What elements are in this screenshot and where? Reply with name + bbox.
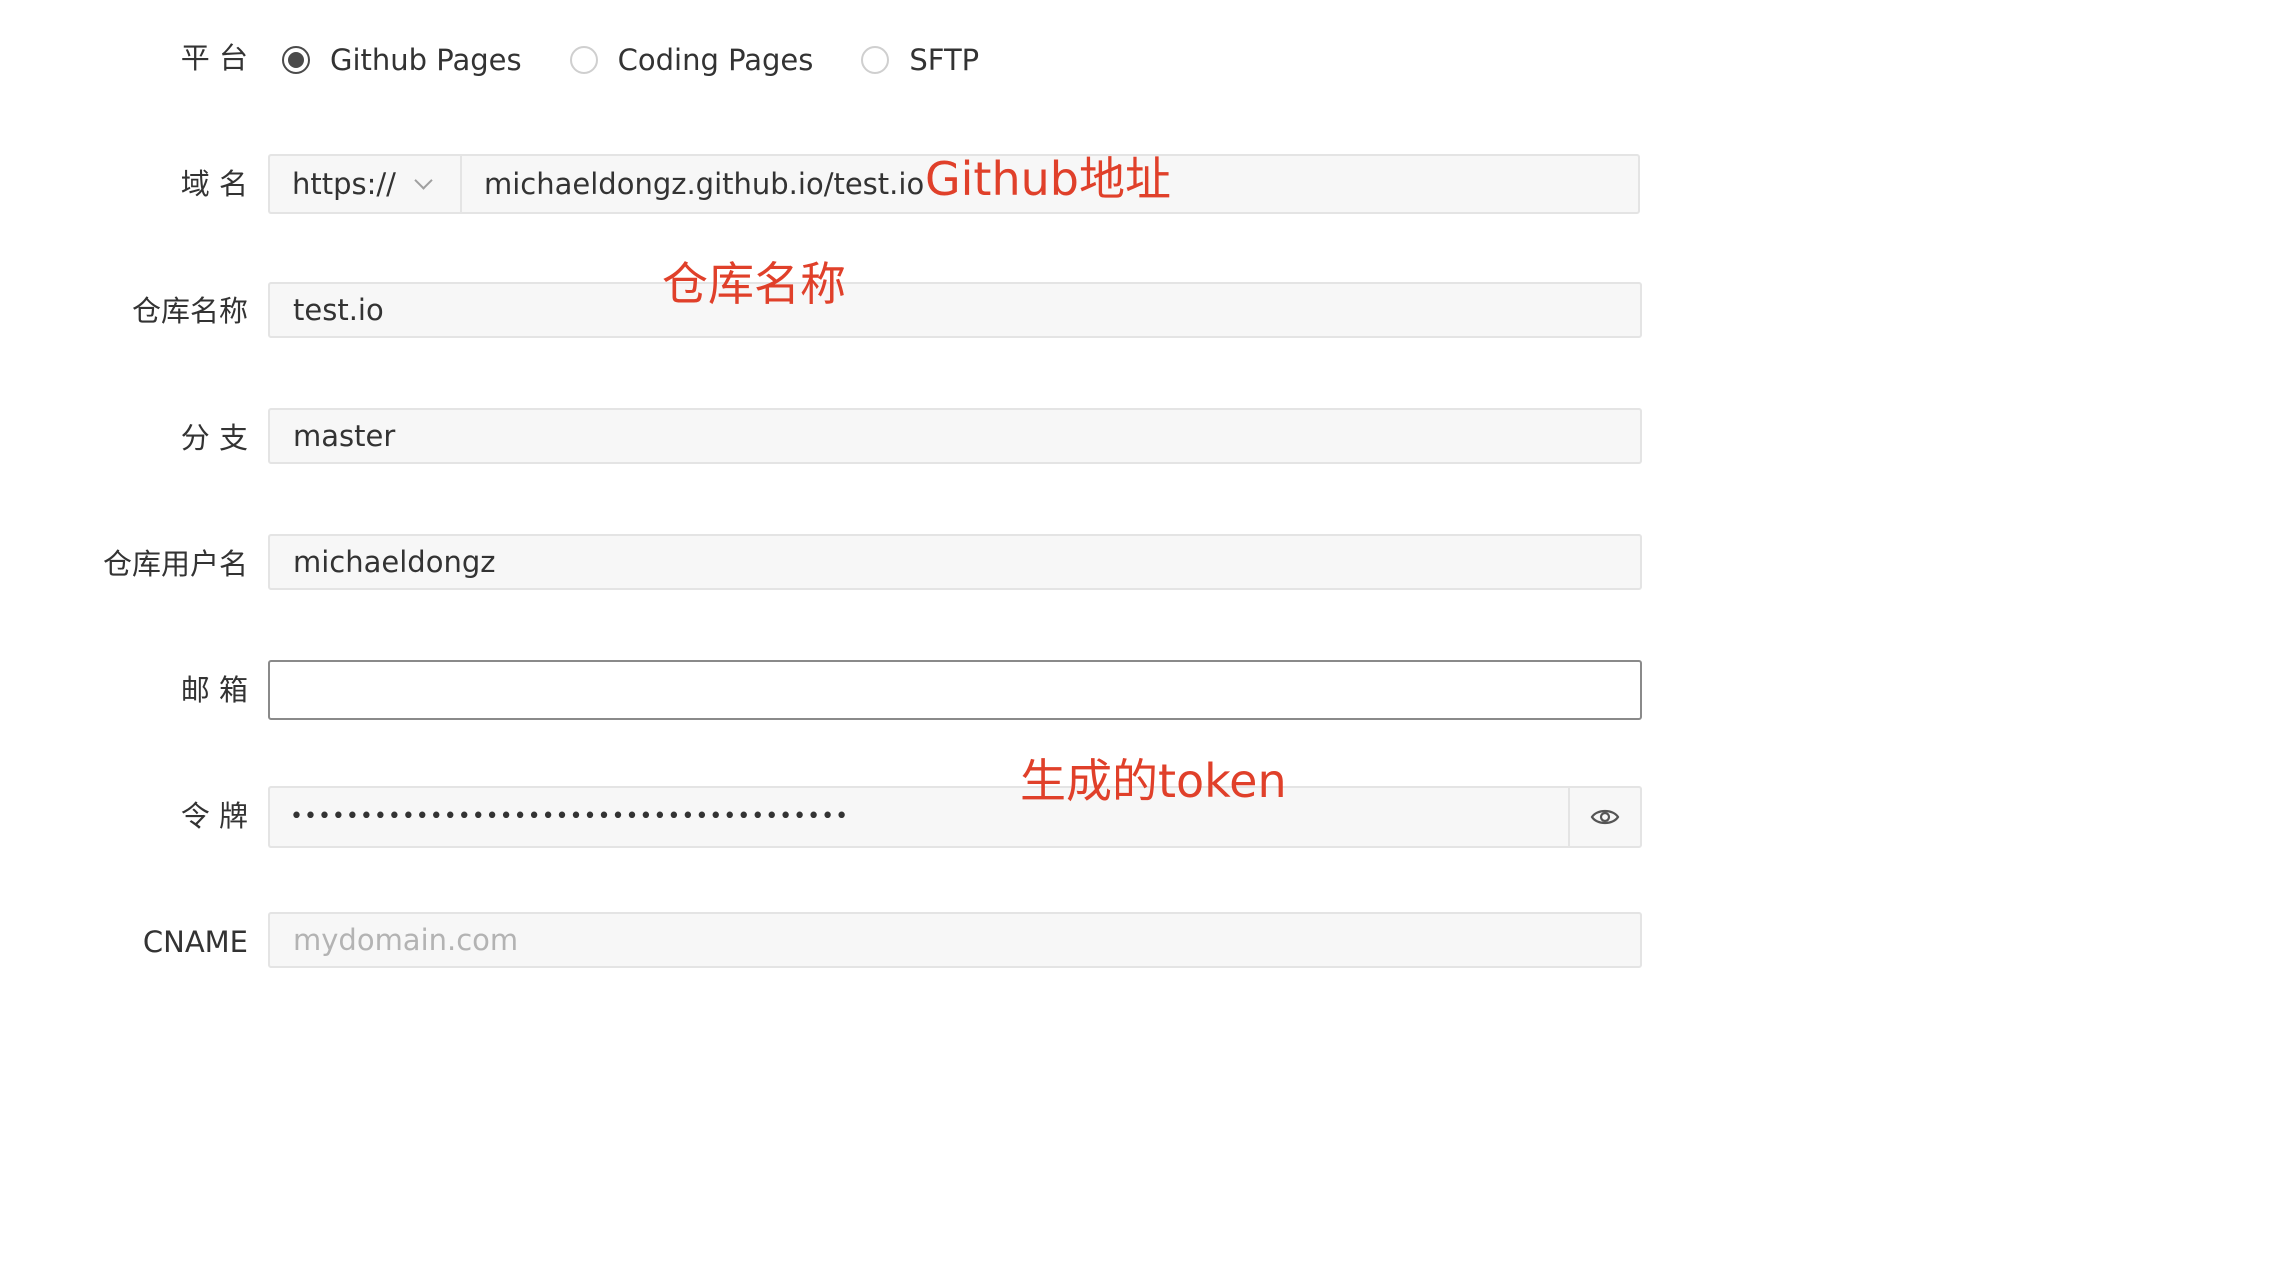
annotation-generated-token: 生成的token [1020, 754, 1287, 808]
platform-label: 平 台 [180, 41, 248, 75]
radio-github-pages[interactable]: Github Pages [282, 43, 522, 77]
toggle-visibility-button[interactable] [1568, 786, 1642, 848]
radio-label-sftp: SFTP [909, 43, 980, 77]
eye-icon [1590, 809, 1620, 825]
radio-unchecked-icon[interactable] [861, 46, 890, 74]
radio-checked-icon[interactable] [282, 46, 310, 74]
radio-unchecked-icon[interactable] [569, 46, 598, 74]
annotation-github-address: Github地址 [925, 152, 1171, 206]
branch-label: 分 支 [180, 421, 248, 455]
radio-sftp[interactable]: SFTP [861, 43, 979, 77]
radio-label-github-pages: Github Pages [330, 43, 522, 77]
repo-name-input[interactable]: test.io [268, 282, 1642, 338]
settings-form: 平 台 Github Pages Coding Pages SFTP 域 名 h… [0, 0, 2288, 1288]
radio-coding-pages[interactable]: Coding Pages [569, 43, 814, 77]
token-input[interactable]: •••••••••••••••••••••••••••••••••••••••• [268, 786, 1568, 848]
repo-user-label: 仓库用户名 [102, 547, 248, 581]
domain-label: 域 名 [180, 167, 248, 201]
platform-radio-group: Github Pages Coding Pages SFTP [282, 38, 1027, 82]
cname-label: CNAME [142, 925, 248, 959]
cname-input[interactable]: mydomain.com [268, 912, 1642, 968]
protocol-value: https:// [292, 167, 396, 201]
cname-placeholder: mydomain.com [293, 923, 519, 957]
chevron-down-icon [414, 175, 432, 193]
token-label: 令 牌 [180, 799, 248, 833]
email-input[interactable] [268, 660, 1642, 720]
repo-name-label: 仓库名称 [131, 294, 248, 328]
protocol-select[interactable]: https:// [268, 154, 460, 214]
radio-label-coding-pages: Coding Pages [617, 43, 814, 77]
branch-input[interactable]: master [268, 408, 1642, 464]
email-label: 邮 箱 [180, 673, 248, 707]
token-field-group: •••••••••••••••••••••••••••••••••••••••• [268, 786, 1642, 848]
repo-user-input[interactable]: michaeldongz [268, 534, 1642, 590]
annotation-repo-name: 仓库名称 [662, 257, 846, 311]
